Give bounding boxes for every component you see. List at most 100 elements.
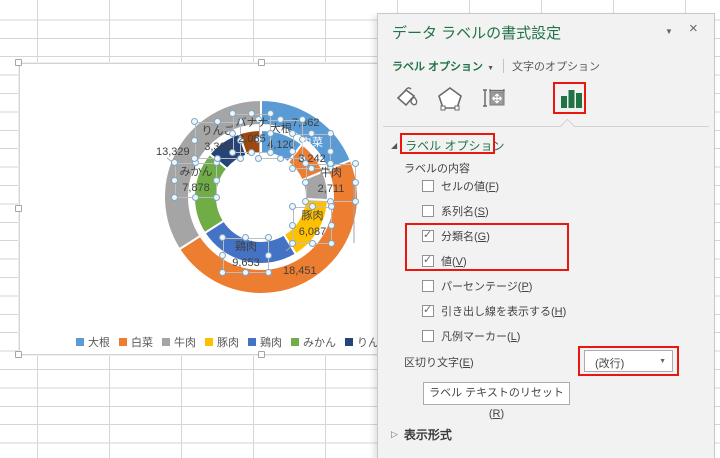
reset-label-text-button[interactable]: ラベル テキストのリセット(R): [423, 382, 570, 420]
label-resize-handle[interactable]: [289, 165, 296, 172]
label-resize-handle[interactable]: [171, 159, 178, 166]
checkbox-box[interactable]: [422, 180, 434, 192]
data-label-group-total[interactable]: 13,329: [156, 146, 190, 158]
size-properties-icon[interactable]: [480, 84, 508, 112]
label-resize-handle[interactable]: [265, 234, 272, 241]
data-label-みかん[interactable]: みかん 7,878: [171, 159, 220, 201]
checkbox-系列名[interactable]: 系列名(S): [422, 203, 489, 219]
legend-item-白菜[interactable]: 白菜: [119, 334, 153, 350]
label-resize-handle[interactable]: [237, 155, 244, 162]
checkbox-セルの値[interactable]: セルの値(F): [422, 178, 499, 194]
label-resize-handle[interactable]: [277, 155, 284, 162]
label-resize-handle[interactable]: [191, 118, 198, 125]
separator-dropdown[interactable]: (改行) ▼: [584, 350, 673, 372]
legend-item-大根[interactable]: 大根: [76, 334, 110, 350]
checkbox-box[interactable]: ✓: [422, 229, 434, 242]
chart-frame-handle[interactable]: [15, 59, 22, 66]
label-resize-handle[interactable]: [352, 160, 359, 167]
section-number-format[interactable]: ▷ 表示形式: [391, 426, 452, 443]
label-resize-handle[interactable]: [289, 240, 296, 247]
checkbox-box[interactable]: [422, 205, 434, 217]
label-resize-handle[interactable]: [289, 203, 296, 210]
pane-close-icon[interactable]: ×: [689, 20, 698, 37]
separator-dropdown-value: (改行): [595, 358, 625, 370]
label-resize-handle[interactable]: [327, 147, 334, 155]
chart-frame-handle[interactable]: [15, 351, 22, 358]
label-resize-handle[interactable]: [265, 269, 272, 276]
label-resize-handle[interactable]: [192, 194, 199, 201]
label-resize-handle[interactable]: [352, 198, 359, 205]
chart-frame-handle[interactable]: [258, 351, 265, 358]
label-resize-handle[interactable]: [171, 194, 178, 201]
label-resize-handle[interactable]: [308, 130, 315, 137]
label-resize-handle[interactable]: [229, 110, 236, 117]
pane-menu-caret-icon[interactable]: ▼: [665, 27, 673, 36]
chart-frame-handle[interactable]: [15, 205, 22, 212]
label-resize-handle[interactable]: [229, 149, 236, 156]
label-options-icon[interactable]: [557, 84, 585, 112]
label-resize-handle[interactable]: [214, 155, 221, 162]
label-resize-handle[interactable]: [302, 179, 309, 186]
label-resize-handle[interactable]: [191, 155, 198, 162]
legend-item-みかん[interactable]: みかん: [291, 334, 336, 350]
checkbox-パーセンテージ[interactable]: パーセンテージ(P): [422, 278, 532, 294]
label-resize-handle[interactable]: [219, 269, 226, 276]
label-resize-handle[interactable]: [299, 116, 306, 123]
label-resize-handle[interactable]: [302, 160, 309, 167]
label-resize-handle[interactable]: [267, 110, 274, 117]
data-label-鶏肉[interactable]: 鶏肉 9,653: [219, 234, 272, 276]
label-resize-handle[interactable]: [267, 129, 274, 137]
label-resize-handle[interactable]: [308, 240, 316, 247]
label-resize-handle[interactable]: [308, 203, 316, 210]
legend-item-牛肉[interactable]: 牛肉: [162, 334, 196, 350]
checkbox-分類名[interactable]: ✓ 分類名(G): [422, 228, 490, 244]
label-resize-handle[interactable]: [352, 179, 359, 186]
label-resize-handle[interactable]: [248, 149, 255, 156]
effects-icon[interactable]: [436, 84, 464, 112]
label-resize-handle[interactable]: [219, 234, 226, 241]
label-resize-handle[interactable]: [289, 147, 296, 155]
checkbox-box[interactable]: [422, 280, 434, 292]
label-resize-handle[interactable]: [171, 176, 178, 184]
data-label-バナナ[interactable]: バナナ 2,085: [229, 110, 274, 156]
data-label-group-total[interactable]: 18,451: [283, 265, 317, 277]
label-resize-handle[interactable]: [328, 221, 335, 229]
label-resize-handle[interactable]: [213, 194, 220, 201]
label-resize-handle[interactable]: [242, 269, 249, 276]
label-resize-handle[interactable]: [267, 149, 274, 156]
label-resize-handle[interactable]: [327, 130, 334, 137]
data-label-牛肉[interactable]: 牛肉 2,711: [302, 160, 359, 205]
label-resize-handle[interactable]: [219, 251, 226, 259]
format-data-labels-pane: データ ラベルの書式設定 ▼ × ラベル オプション ▼ 文字のオプション ◢ …: [377, 13, 715, 458]
legend-item-鶏肉[interactable]: 鶏肉: [248, 334, 282, 350]
checkbox-引き出し線を表示する[interactable]: ✓ 引き出し線を表示する(H): [422, 303, 566, 319]
legend-item-豚肉[interactable]: 豚肉: [205, 334, 239, 350]
label-resize-handle[interactable]: [289, 221, 296, 229]
label-resize-handle[interactable]: [328, 240, 335, 247]
label-resize-handle[interactable]: [277, 116, 284, 123]
label-resize-handle[interactable]: [289, 130, 296, 137]
checkbox-box[interactable]: [422, 330, 434, 342]
checkbox-box[interactable]: ✓: [422, 304, 434, 317]
section-label-options[interactable]: ◢ ラベル オプション: [391, 136, 508, 155]
data-label-豚肉[interactable]: 豚肉 6,087: [289, 203, 335, 247]
label-resize-handle[interactable]: [213, 176, 220, 184]
label-resize-handle[interactable]: [191, 136, 198, 144]
checkbox-凡例マーカー[interactable]: 凡例マーカー(L): [422, 328, 520, 344]
label-resize-handle[interactable]: [255, 155, 262, 162]
checkbox-box[interactable]: ✓: [422, 254, 434, 267]
tab-text-options[interactable]: 文字のオプション: [512, 58, 600, 74]
label-resize-handle[interactable]: [327, 160, 334, 167]
checkbox-値[interactable]: ✓ 値(V): [422, 253, 467, 269]
label-resize-handle[interactable]: [265, 251, 272, 259]
legend-swatch: [205, 338, 213, 346]
label-resize-handle[interactable]: [248, 110, 255, 117]
label-resize-handle[interactable]: [302, 198, 309, 205]
label-resize-handle[interactable]: [214, 118, 221, 125]
chart-frame-handle[interactable]: [258, 59, 265, 66]
fill-line-icon[interactable]: [392, 84, 420, 112]
label-resize-handle[interactable]: [229, 129, 236, 137]
label-resize-handle[interactable]: [328, 203, 335, 210]
label-resize-handle[interactable]: [242, 234, 249, 241]
tab-label-options[interactable]: ラベル オプション ▼: [392, 58, 494, 74]
